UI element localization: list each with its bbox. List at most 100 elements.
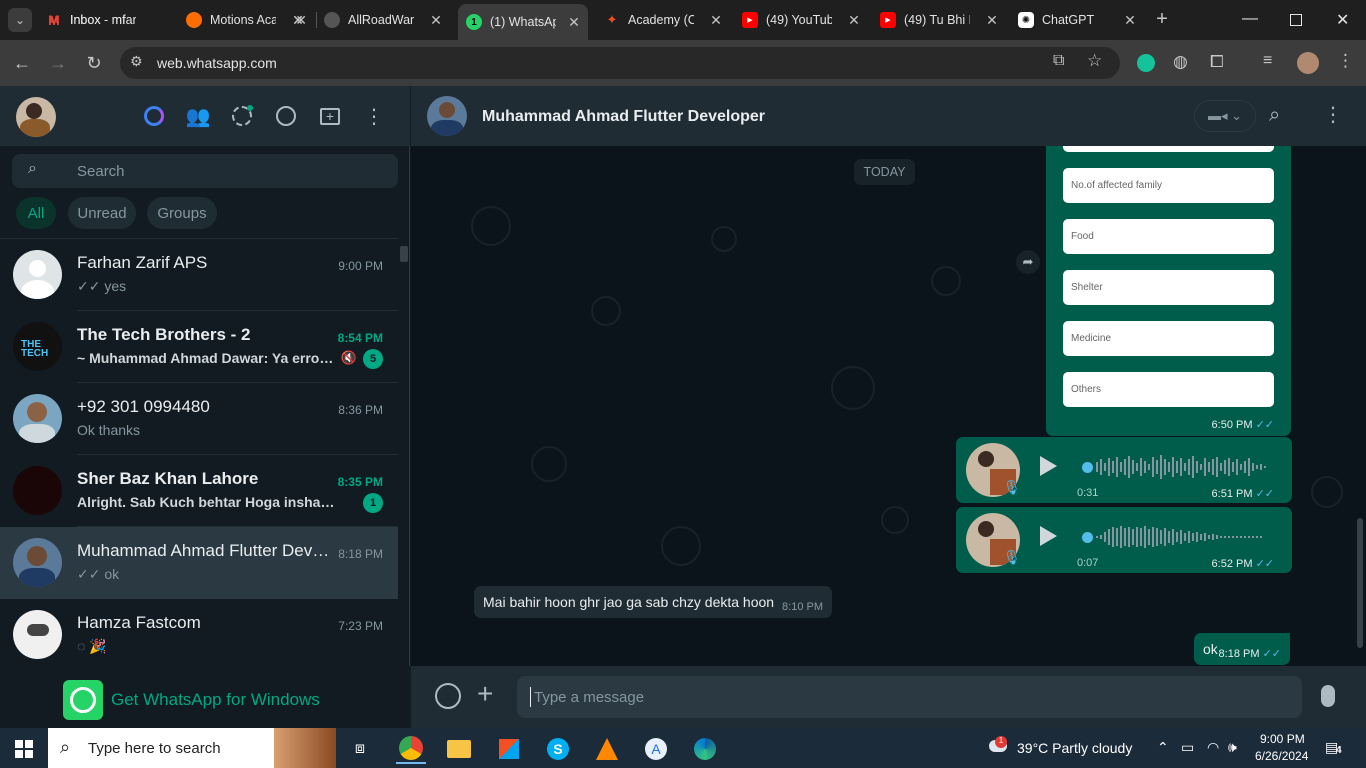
tray-chevron-icon[interactable]: ⌃ — [1157, 739, 1169, 756]
video-call-button[interactable]: ▬◂ ⌄ — [1194, 100, 1256, 132]
media-controls-icon[interactable]: ≡ — [1263, 52, 1272, 70]
microphone-icon[interactable] — [1321, 685, 1335, 707]
tab-close-icon[interactable]: ✕ — [428, 12, 444, 29]
microphone-icon: 🎙 — [1003, 549, 1021, 565]
browser-tab-youtube-1[interactable]: ▶ (49) YouTube ✕ — [742, 6, 862, 34]
tab-close-icon[interactable]: ✕ — [566, 14, 582, 31]
vlc-icon[interactable] — [592, 734, 622, 764]
extension-grammarly-icon[interactable] — [1137, 54, 1155, 72]
chat-list-scrollbar[interactable] — [400, 246, 408, 262]
forward-arrow-icon[interactable]: → — [47, 52, 69, 74]
weather-icon[interactable]: 1 — [985, 736, 1009, 758]
get-whatsapp-link[interactable]: Get WhatsApp for Windows — [111, 690, 320, 710]
message-scrollbar[interactable] — [1357, 518, 1363, 648]
message-input[interactable]: Type a message — [517, 676, 1302, 718]
window-close-icon[interactable]: ✕ — [1336, 10, 1352, 29]
chat-item[interactable]: Muhammad Ahmad Flutter Deve... 8:18 PM ✓… — [0, 527, 398, 599]
status-icon[interactable] — [230, 104, 254, 128]
search-icon: ⌕ — [60, 737, 71, 757]
microsoft-store-icon[interactable] — [494, 734, 524, 764]
site-info-icon[interactable]: ⚙ — [130, 53, 143, 70]
weather-text[interactable]: 39°C Partly cloudy — [1017, 740, 1132, 756]
chat-item[interactable]: Sher Baz Khan Lahore 8:35 PM Alright. Sa… — [0, 455, 398, 527]
new-chat-icon[interactable]: + — [318, 104, 342, 128]
vpn-globe-icon[interactable]: ◍ — [1173, 52, 1188, 72]
meta-ai-icon[interactable] — [142, 104, 166, 128]
forward-icon[interactable]: ➦ — [1016, 250, 1040, 274]
browser-tab-youtube-2[interactable]: ▶ (49) Tu Bhi K ✕ — [880, 6, 1000, 34]
wifi-icon[interactable]: ◠ — [1207, 739, 1219, 756]
chat-name: +92 301 0994480 — [77, 397, 210, 416]
extensions-puzzle-icon[interactable]: ⧠ — [1210, 52, 1224, 72]
file-explorer-icon[interactable] — [444, 734, 474, 764]
window-restore-icon[interactable] — [1290, 14, 1302, 26]
chatgpt-icon: ✺ — [1018, 12, 1034, 28]
browser-tab-whatsapp[interactable]: 1 (1) WhatsAp ✕ — [458, 4, 588, 40]
notifications-icon[interactable]: ▤ 4 — [1325, 737, 1345, 757]
tab-close-icon[interactable]: ✕ — [708, 12, 724, 29]
chrome-icon[interactable] — [396, 734, 426, 764]
edge-icon[interactable] — [690, 734, 720, 764]
reload-icon[interactable]: ↻ — [83, 52, 105, 74]
window-minimize-icon[interactable]: — — [1242, 10, 1258, 27]
attach-plus-icon[interactable]: + — [477, 678, 493, 710]
chat-search-input[interactable]: ⌕ Search — [12, 154, 398, 188]
tab-close-icon[interactable]: ✕ — [1122, 12, 1138, 29]
browser-toolbar: ← → ↻ ⚙ web.whatsapp.com ⧉ ☆ ◍ ⧠ ≡ ⋮ — [0, 40, 1366, 86]
chat-name: Muhammad Ahmad Flutter Deve... — [77, 541, 332, 560]
taskbar-search-input[interactable]: ⌕ Type here to search — [48, 728, 336, 768]
playback-position[interactable] — [1082, 532, 1093, 543]
menu-icon[interactable]: ⋮ — [1323, 102, 1343, 127]
tab-search-dropdown[interactable]: ⌄ — [8, 8, 32, 32]
contact-avatar[interactable] — [427, 96, 467, 136]
contact-name[interactable]: Muhammad Ahmad Flutter Developer — [482, 108, 765, 126]
image-message[interactable]: No.of affected family Food Shelter Medic… — [1046, 146, 1291, 436]
chat-item[interactable]: Farhan Zarif APS 9:00 PM ✓✓ yes — [0, 239, 398, 311]
menu-icon[interactable]: ⋮ — [362, 104, 386, 128]
waveform[interactable] — [1094, 523, 1270, 551]
playback-position[interactable] — [1082, 462, 1093, 473]
tab-close-icon[interactable]: ✕ — [984, 12, 1000, 29]
install-app-icon[interactable]: ⧉ — [1053, 52, 1064, 70]
motions-icon — [186, 12, 202, 28]
chat-item[interactable]: THE TECH The Tech Brothers - 2 8:54 PM ~ … — [0, 311, 398, 383]
profile-avatar[interactable] — [1297, 52, 1319, 74]
filter-all[interactable]: All — [16, 197, 56, 229]
tab-close-icon[interactable]: ✕ — [290, 12, 306, 29]
my-avatar[interactable] — [16, 97, 56, 137]
chat-time: 8:35 PM — [337, 475, 383, 489]
skype-icon[interactable]: S — [543, 734, 573, 764]
video-camera-icon: ▬◂ ⌄ — [1207, 108, 1243, 123]
clock-date[interactable]: 6/26/2024 — [1255, 749, 1308, 763]
avatar — [13, 250, 62, 299]
get-whatsapp-banner[interactable]: Get WhatsApp for Windows — [0, 666, 410, 728]
tab-close-icon[interactable]: ✕ — [846, 12, 862, 29]
filter-unread[interactable]: Unread — [68, 197, 136, 229]
search-icon[interactable]: ⌕ — [1269, 104, 1280, 127]
chat-item[interactable]: +92 301 0994480 8:36 PM Ok thanks — [0, 383, 398, 455]
task-view-icon[interactable]: ⧈ — [345, 734, 375, 764]
browser-tab-github[interactable]: AllRoadWarr ✕ — [324, 6, 444, 34]
browser-tab-chatgpt[interactable]: ✺ ChatGPT ✕ — [1018, 6, 1138, 34]
address-bar[interactable]: ⚙ web.whatsapp.com ⧉ ☆ — [120, 47, 1120, 79]
waveform[interactable] — [1094, 453, 1270, 481]
clock-time[interactable]: 9:00 PM — [1260, 732, 1305, 746]
volume-icon[interactable]: 🕪 — [1228, 739, 1237, 756]
filter-groups[interactable]: Groups — [147, 197, 217, 229]
play-icon[interactable] — [1040, 456, 1057, 476]
back-arrow-icon[interactable]: ← — [11, 52, 33, 74]
browser-tab-motions[interactable]: Motions Aca ✕ — [186, 6, 306, 34]
chat-sidebar: 👥 + ⋮ ⌕ Search All Unread Groups Farhan … — [0, 86, 410, 728]
browser-menu-icon[interactable]: ⋮ — [1337, 51, 1354, 71]
play-icon[interactable] — [1040, 526, 1057, 546]
browser-tab-figma[interactable]: ✦ Academy (Co ✕ — [604, 6, 724, 34]
emoji-icon[interactable] — [435, 683, 461, 709]
new-tab-button[interactable]: + — [1152, 9, 1172, 29]
windows-start-icon[interactable] — [15, 740, 33, 758]
channels-icon[interactable] — [274, 104, 298, 128]
app-store-icon[interactable]: A — [641, 734, 671, 764]
battery-icon[interactable]: ▭ — [1181, 739, 1194, 756]
bookmark-star-icon[interactable]: ☆ — [1087, 51, 1102, 71]
communities-icon[interactable]: 👥 — [186, 104, 211, 128]
chat-item[interactable]: Hamza Fastcom 7:23 PM ◌ 🎉 — [0, 599, 398, 666]
